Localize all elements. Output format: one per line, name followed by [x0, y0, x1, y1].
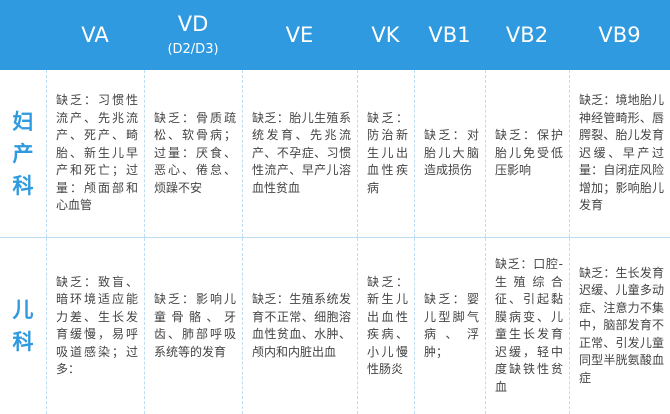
- cell-text: 缺乏：婴儿型脚气病、浮肿；: [424, 292, 479, 359]
- header-col-vd: VD (D2/D3): [144, 0, 242, 70]
- cell-text: 缺乏：新生儿出血性疾病、小儿慢性肠炎: [367, 274, 408, 377]
- cell-text: 缺乏：生长发育迟缓、儿童多动症、注意力不集中，脑部发育不正常、引发儿童同型半胱氨…: [579, 265, 664, 385]
- cell-text: 缺乏：影响儿童骨骼、牙齿、肺部呼吸系统等的发育: [154, 292, 236, 359]
- table-cell: 缺乏：防治新生儿出血性疾病: [357, 70, 414, 237]
- header-col-subtitle: (D2/D3): [167, 42, 219, 57]
- row-label: 儿科: [12, 298, 34, 354]
- table-cell: 缺乏：胎儿生殖系统发育、先兆流产、不孕症、习惯性流产、早产儿溶血性贫血: [242, 70, 357, 237]
- cell-text: 缺乏：防治新生儿出血性疾病: [367, 110, 408, 195]
- row-label-cell: 妇产科: [0, 70, 46, 237]
- table-cell: 缺乏：对胎儿大脑造成损伤: [414, 70, 485, 237]
- table-cell: 缺乏：保护胎儿免受低压影响: [485, 70, 569, 237]
- cell-text: 缺乏：胎儿生殖系统发育、先兆流产、不孕症、习惯性流产、早产儿溶血性贫血: [252, 110, 351, 195]
- header-col-va: VA: [46, 0, 144, 70]
- table-cell: 缺乏：口腔-生殖综合征、引起黏膜病变、儿童生长发育迟缓，轻中度缺铁性贫血: [485, 238, 569, 414]
- table-cell: 缺乏：生长发育迟缓、儿童多动症、注意力不集中，脑部发育不正常、引发儿童同型半胱氨…: [569, 238, 670, 414]
- header-col-vb2: VB2: [485, 0, 569, 70]
- cell-text: 缺乏：骨质疏松、软骨病；过量：厌食、恶心、倦怠、烦躁不安: [154, 110, 236, 195]
- header-col-name: VB9: [598, 23, 641, 47]
- header-col-ve: VE: [242, 0, 357, 70]
- table-cell: 缺乏：影响儿童骨骼、牙齿、肺部呼吸系统等的发育: [144, 238, 242, 414]
- cell-text: 缺乏：对胎儿大脑造成损伤: [424, 128, 479, 178]
- cell-text: 缺乏：境地胎儿神经管畸形、唇腭裂、胎儿发育迟缓、早产过量：自闭症风险增加；影响胎…: [579, 93, 664, 213]
- header-col-name: VK: [371, 23, 400, 47]
- header-col-vk: VK: [357, 0, 414, 70]
- vitamin-table: VA VD (D2/D3) VE VK VB1 VB2 VB9 妇产科 缺乏：习…: [0, 0, 670, 414]
- row-label: 妇产科: [12, 109, 34, 198]
- row-label-cell: 儿科: [0, 238, 46, 414]
- table-cell: 缺乏：婴儿型脚气病、浮肿；: [414, 238, 485, 414]
- cell-text: 缺乏：生殖系统发育不正常、细胞溶血性贫血、水肿、颅内和内脏出血: [252, 292, 351, 359]
- header-col-name: VA: [81, 23, 109, 47]
- header-col-vb1: VB1: [414, 0, 485, 70]
- cell-text: 缺乏：口腔-生殖综合征、引起黏膜病变、儿童生长发育迟缓，轻中度缺铁性贫血: [495, 257, 563, 394]
- header-col-name: VB1: [428, 23, 471, 47]
- table-cell: 缺乏：习惯性流产、先兆流产、死产、畸胎、新生儿早产和死亡；过量：颅面部和心血管: [46, 70, 144, 237]
- table-header: VA VD (D2/D3) VE VK VB1 VB2 VB9: [0, 0, 670, 70]
- header-col-name: VB2: [505, 23, 549, 47]
- table-row-obstetrics: 妇产科 缺乏：习惯性流产、先兆流产、死产、畸胎、新生儿早产和死亡；过量：颅面部和…: [0, 70, 670, 238]
- header-col-vb9: VB9: [569, 0, 670, 70]
- header-col-name: VE: [285, 23, 314, 47]
- table-cell: 缺乏：境地胎儿神经管畸形、唇腭裂、胎儿发育迟缓、早产过量：自闭症风险增加；影响胎…: [569, 70, 670, 237]
- header-col-name: VD: [177, 12, 209, 36]
- table-cell: 缺乏：致盲、暗环境适应能力差、生长发育缓慢，易呼吸道感染；过多：: [46, 238, 144, 414]
- table-cell: 缺乏：新生儿出血性疾病、小儿慢性肠炎: [357, 238, 414, 414]
- table-row-pediatrics: 儿科 缺乏：致盲、暗环境适应能力差、生长发育缓慢，易呼吸道感染；过多： 缺乏：影…: [0, 238, 670, 414]
- cell-text: 缺乏：保护胎儿免受低压影响: [495, 128, 563, 178]
- cell-text: 缺乏：习惯性流产、先兆流产、死产、畸胎、新生儿早产和死亡；过量：颅面部和心血管: [56, 93, 138, 213]
- cell-text: 缺乏：致盲、暗环境适应能力差、生长发育缓慢，易呼吸道感染；过多：: [56, 274, 138, 377]
- table-cell: 缺乏：生殖系统发育不正常、细胞溶血性贫血、水肿、颅内和内脏出血: [242, 238, 357, 414]
- table-cell: 缺乏：骨质疏松、软骨病；过量：厌食、恶心、倦怠、烦躁不安: [144, 70, 242, 237]
